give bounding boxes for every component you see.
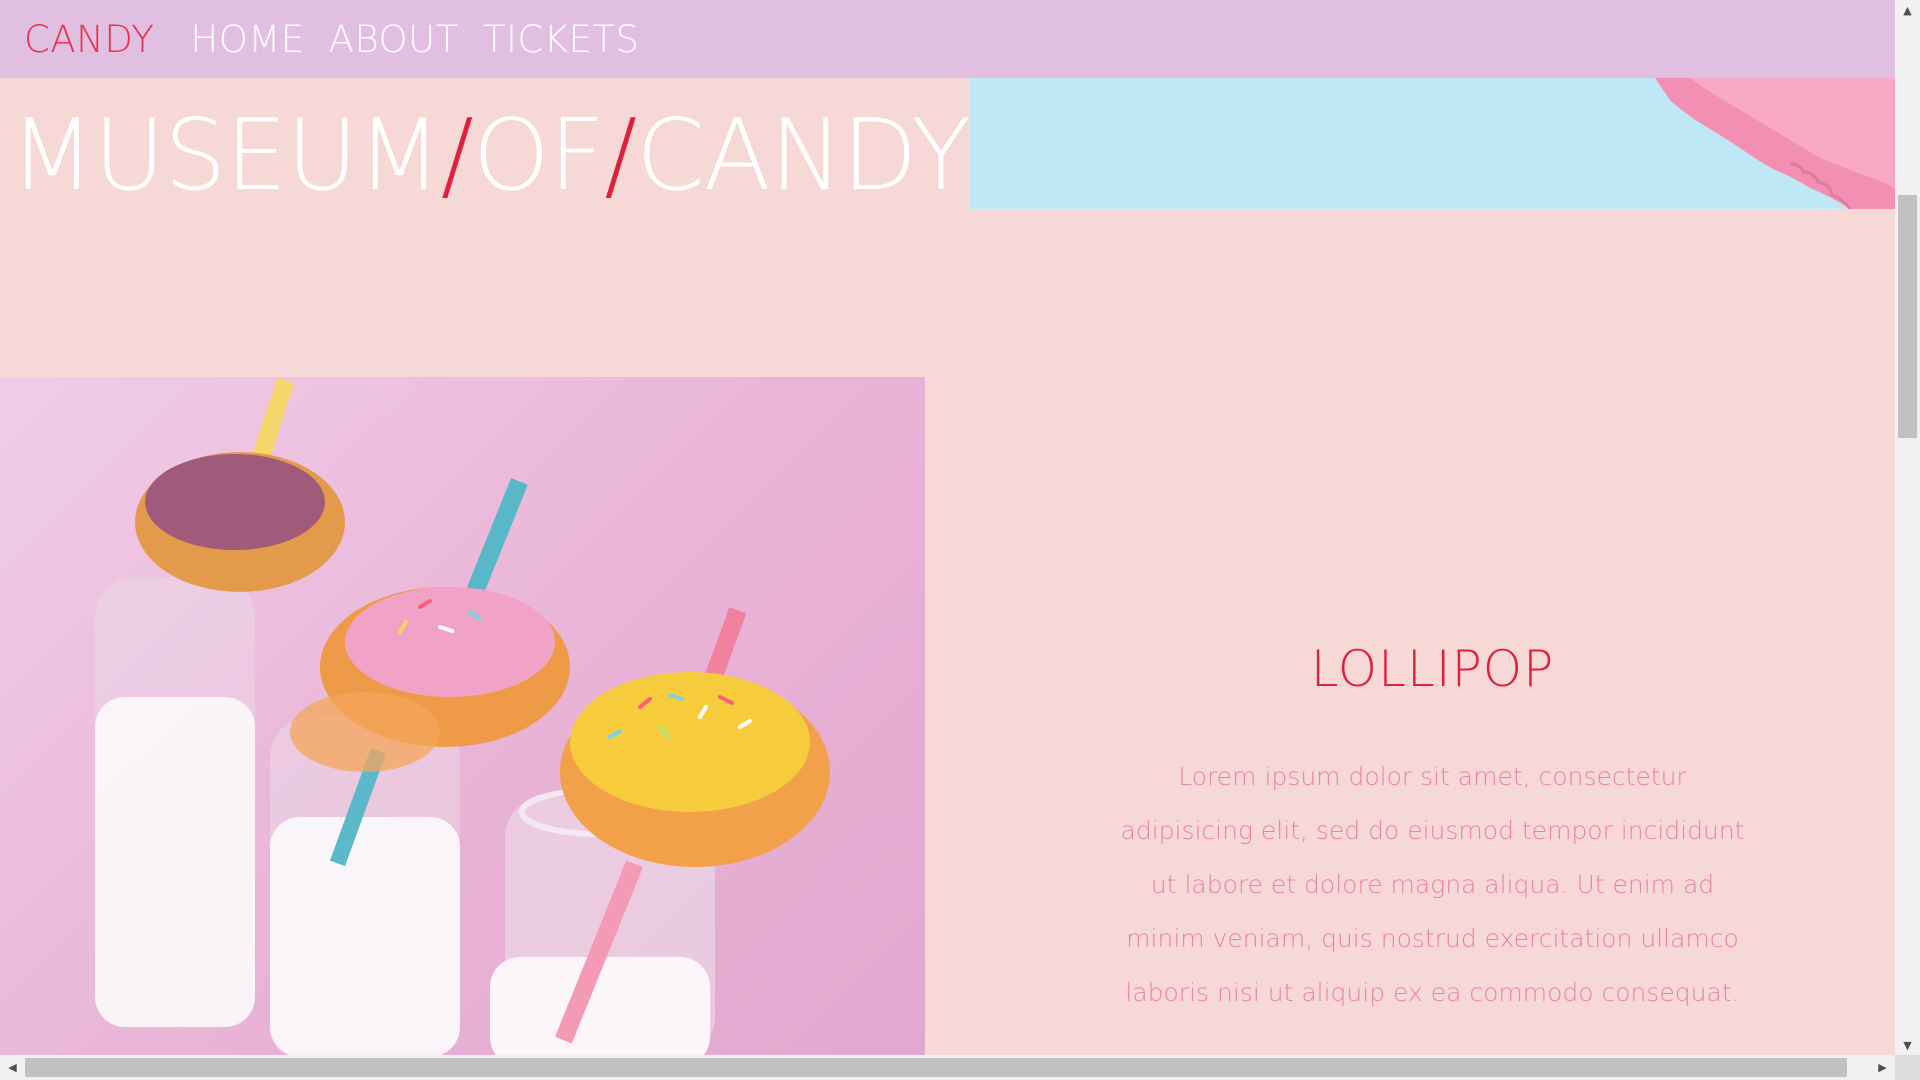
triangle-right-icon: ▶: [1878, 1061, 1887, 1074]
donuts-illustration: [95, 377, 830, 1055]
section-body-text: Lorem ipsum dolor sit amet, consectetur …: [1120, 762, 1745, 1007]
scroll-right-arrow[interactable]: ▶: [1870, 1055, 1895, 1080]
hero-title-word-museum: MUSEUM: [10, 99, 442, 213]
section-heading: LOLLIPOP: [1310, 640, 1555, 698]
scroll-left-arrow[interactable]: ◀: [0, 1055, 25, 1080]
scrollbar-corner: [1895, 1055, 1920, 1080]
brand-logo-text[interactable]: CANDY: [24, 18, 154, 61]
vertical-scrollbar[interactable]: ▲ ▼: [1895, 0, 1920, 1055]
scroll-up-arrow[interactable]: ▲: [1895, 0, 1920, 20]
hero-banner-image: [970, 78, 1895, 209]
donuts-milk-photo: [0, 377, 925, 1055]
hero-title-word-candy: CANDY: [636, 99, 971, 213]
hero-title: MUSEUM/OF/CANDY: [10, 99, 971, 213]
horizontal-scrollbar[interactable]: ◀ ▶: [0, 1055, 1895, 1080]
hero-title-word-of: OF: [472, 99, 606, 213]
nav-link-tickets[interactable]: TICKETS: [483, 18, 640, 61]
hero-title-slash: /: [440, 99, 474, 213]
nav-link-about[interactable]: ABOUT: [329, 18, 459, 61]
pink-candy-image: [1655, 78, 1895, 209]
triangle-left-icon: ◀: [8, 1061, 17, 1074]
nav-links: HOME ABOUT TICKETS: [190, 18, 639, 61]
scroll-down-arrow[interactable]: ▼: [1895, 1035, 1920, 1055]
hero-title-slash: /: [604, 99, 637, 213]
triangle-up-icon: ▲: [1903, 3, 1912, 17]
horizontal-scroll-thumb[interactable]: [25, 1058, 1847, 1077]
vertical-scroll-thumb[interactable]: [1898, 195, 1917, 438]
triangle-down-icon: ▼: [1903, 1038, 1912, 1052]
page-viewport: CANDY HOME ABOUT TICKETS MUSEUM/OF/CANDY: [0, 0, 1895, 1055]
top-navbar: CANDY HOME ABOUT TICKETS: [0, 0, 1895, 78]
nav-link-home[interactable]: HOME: [190, 18, 304, 61]
